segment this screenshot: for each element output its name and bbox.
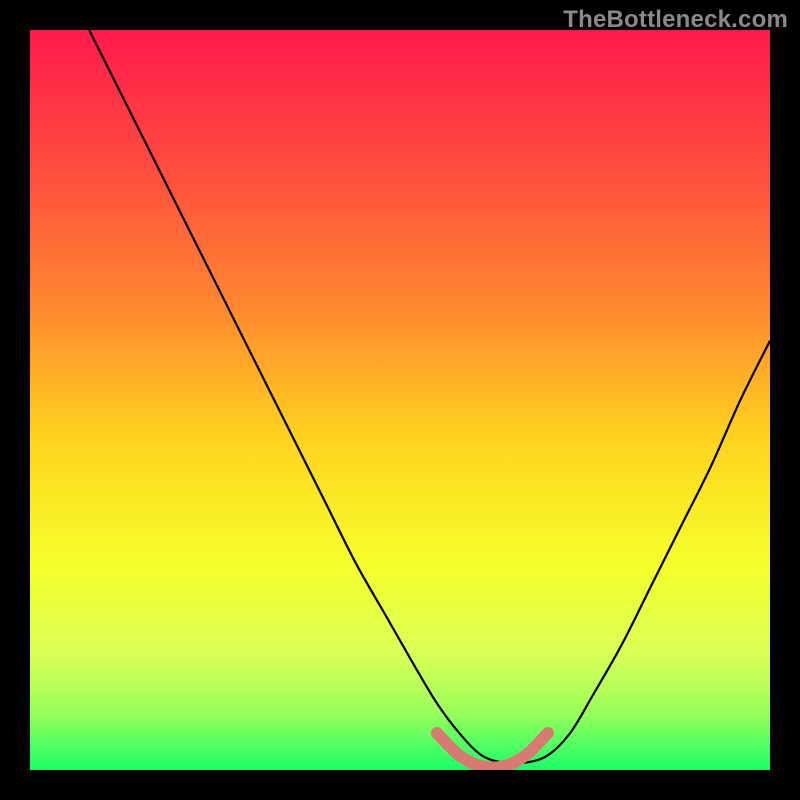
plot-area (30, 30, 770, 770)
chart-frame: TheBottleneck.com (0, 0, 800, 800)
background-gradient (30, 30, 770, 770)
